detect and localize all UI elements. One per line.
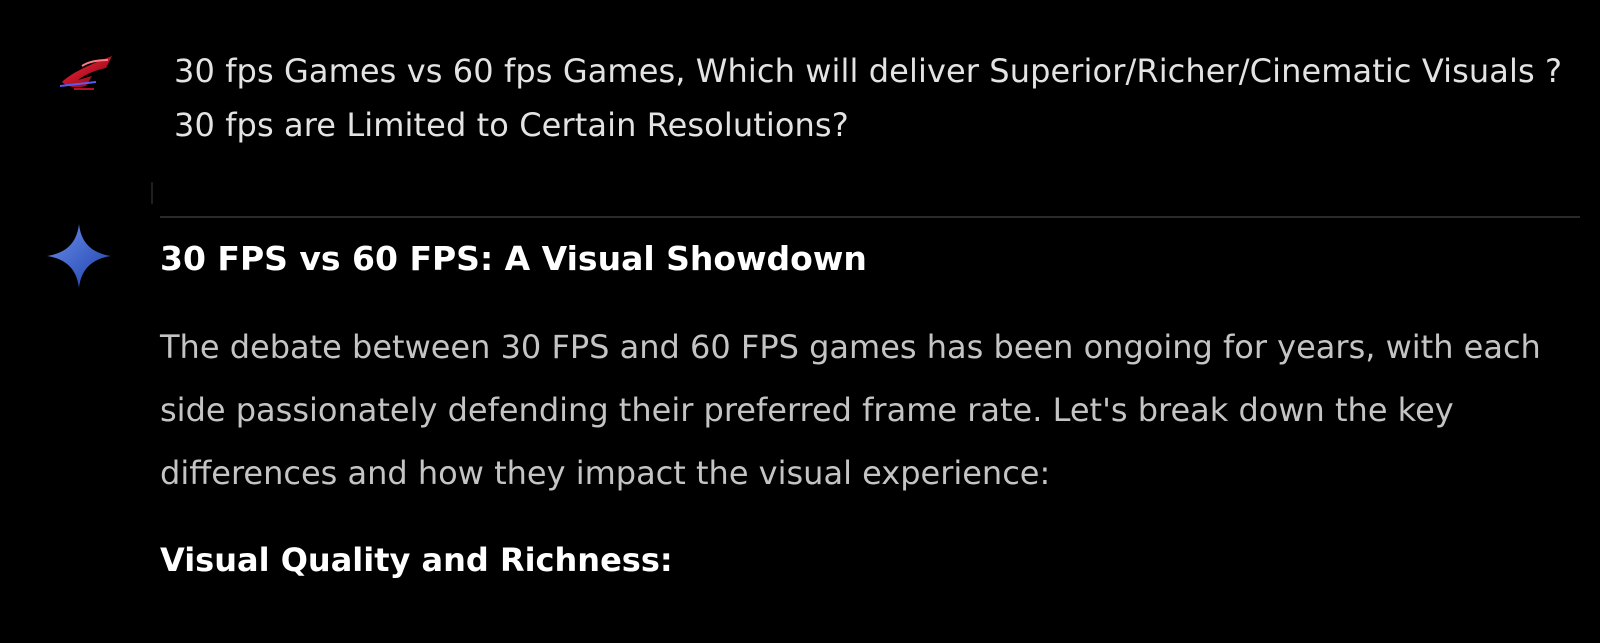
user-turn: 30 fps Games vs 60 fps Games, Which will… [0, 0, 1600, 230]
response-subheading: Visual Quality and Richness: [160, 541, 673, 579]
user-prompt-line-1: 30 fps Games vs 60 fps Games, Which will… [174, 52, 1563, 90]
chat-page: 30 fps Games vs 60 fps Games, Which will… [0, 0, 1600, 643]
model-response: 30 FPS vs 60 FPS: A Visual Showdown The … [160, 230, 1580, 589]
user-prompt-line-2: 30 fps are Limited to Certain Resolution… [174, 106, 849, 144]
response-paragraph: The debate between 30 FPS and 60 FPS gam… [160, 328, 1541, 492]
turn-divider [160, 216, 1580, 218]
user-prompt-text: 30 fps Games vs 60 fps Games, Which will… [174, 44, 1584, 152]
divider-cap [151, 182, 153, 204]
rog-logo-icon [56, 52, 124, 96]
response-title: 30 FPS vs 60 FPS: A Visual Showdown [160, 239, 867, 278]
gemini-sparkle-icon [45, 222, 113, 290]
